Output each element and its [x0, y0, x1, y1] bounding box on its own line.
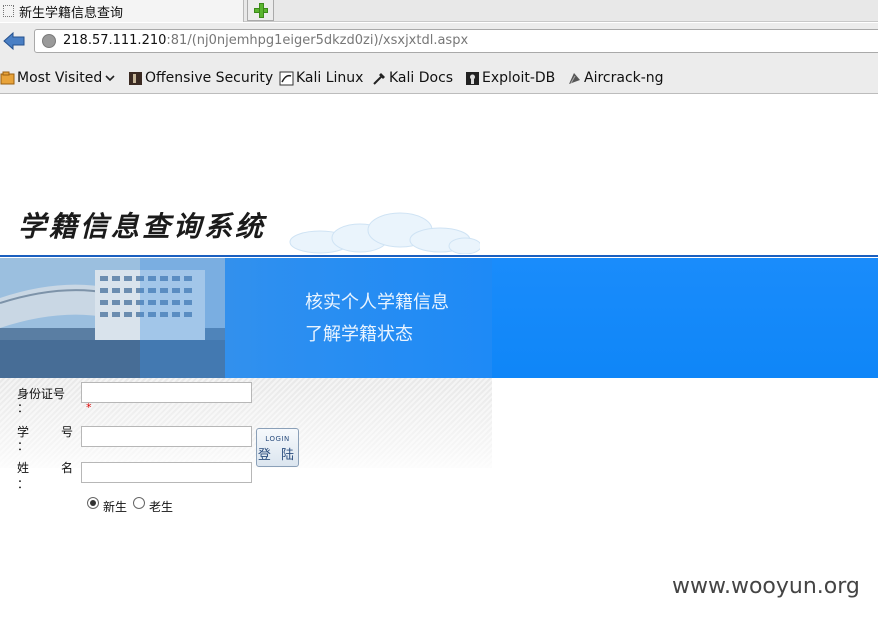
student-number-label-2: 号 — [61, 425, 74, 439]
navigation-bar: 218.57.111.210:81/(nj0njemhpg1eiger5dkzd… — [0, 23, 878, 61]
chevron-down-icon — [105, 75, 115, 82]
radio-old-student-label: 老生 — [149, 500, 174, 514]
kali-icon — [279, 71, 294, 85]
campus-building-photo — [0, 258, 225, 378]
watermark-text: www.wooyun.org — [672, 574, 860, 599]
bookmark-most-visited[interactable]: Most Visited — [0, 68, 116, 88]
page-icon — [3, 5, 14, 17]
slogan-line-1: 核实个人学籍信息 — [305, 292, 449, 313]
url-path: :81/(nj0njemhpg1eiger5dkzd0zi)/xsxjxtdl.… — [166, 33, 469, 48]
kali-docs-icon — [373, 72, 385, 85]
login-button-zh: 登 陆 — [257, 448, 298, 463]
tab-bar: 新生学籍信息查询 — [0, 0, 878, 22]
globe-icon — [42, 34, 56, 48]
student-number-input[interactable] — [81, 426, 252, 447]
tab-current[interactable]: 新生学籍信息查询 — [0, 0, 244, 22]
bookmark-exploit-db[interactable]: Exploit-DB — [465, 68, 555, 88]
bookmark-label: Offensive Security — [145, 70, 274, 86]
bookmark-kali-docs[interactable]: Kali Docs — [372, 68, 453, 88]
new-tab-button[interactable] — [247, 0, 274, 21]
student-number-colon: ： — [17, 439, 30, 453]
name-label-1: 姓 — [17, 461, 30, 475]
url-host: 218.57.111.210 — [63, 33, 167, 48]
banner: 核实个人学籍信息 了解学籍状态 — [0, 258, 492, 378]
banner-right — [492, 258, 878, 378]
url-bar[interactable]: 218.57.111.210:81/(nj0njemhpg1eiger5dkzd… — [34, 29, 878, 53]
back-arrow-icon[interactable] — [2, 31, 26, 51]
bookmark-label: Most Visited — [17, 70, 103, 86]
id-number-input[interactable] — [81, 382, 252, 403]
system-logo-title: 学籍信息查询系统 — [18, 210, 267, 243]
most-visited-icon — [0, 71, 15, 84]
name-input[interactable] — [81, 462, 252, 483]
offsec-icon — [129, 71, 142, 85]
bookmark-kali-linux[interactable]: Kali Linux — [279, 68, 363, 88]
radio-new-student-label: 新生 — [103, 500, 128, 514]
required-mark: * — [86, 401, 92, 414]
login-button[interactable]: LOGIN 登 陆 — [256, 428, 299, 467]
plus-icon-center — [260, 9, 263, 12]
tab-title: 新生学籍信息查询 — [19, 6, 124, 21]
bookmarks-bar: Most Visited Offensive Security Kali Lin… — [0, 61, 878, 94]
exploit-db-icon — [466, 71, 479, 85]
clouds-decoration — [289, 212, 480, 254]
name-colon: ： — [17, 477, 30, 491]
page-content: 学籍信息查询系统 核实个人学籍信息 了解学籍状态 身份证号 ： * 学 号 ： … — [0, 95, 878, 617]
slogan-line-2: 了解学籍状态 — [305, 324, 413, 345]
name-label-2: 名 — [61, 461, 74, 475]
bookmark-label: Kali Linux — [296, 70, 364, 86]
login-button-en: LOGIN — [265, 435, 290, 443]
header-divider — [0, 255, 878, 257]
radio-old-student[interactable] — [133, 497, 145, 509]
url-text: 218.57.111.210:81/(nj0njemhpg1eiger5dkzd… — [63, 33, 468, 48]
id-number-colon: ： — [17, 401, 30, 415]
bookmark-label: Kali Docs — [389, 70, 454, 86]
bookmark-label: Exploit-DB — [482, 70, 556, 86]
bookmark-label: Aircrack-ng — [584, 70, 664, 86]
bookmark-offensive-security[interactable]: Offensive Security — [128, 68, 273, 88]
bookmark-aircrack-ng[interactable]: Aircrack-ng — [567, 68, 664, 88]
aircrack-icon — [569, 72, 580, 84]
radio-new-student[interactable] — [87, 497, 99, 509]
